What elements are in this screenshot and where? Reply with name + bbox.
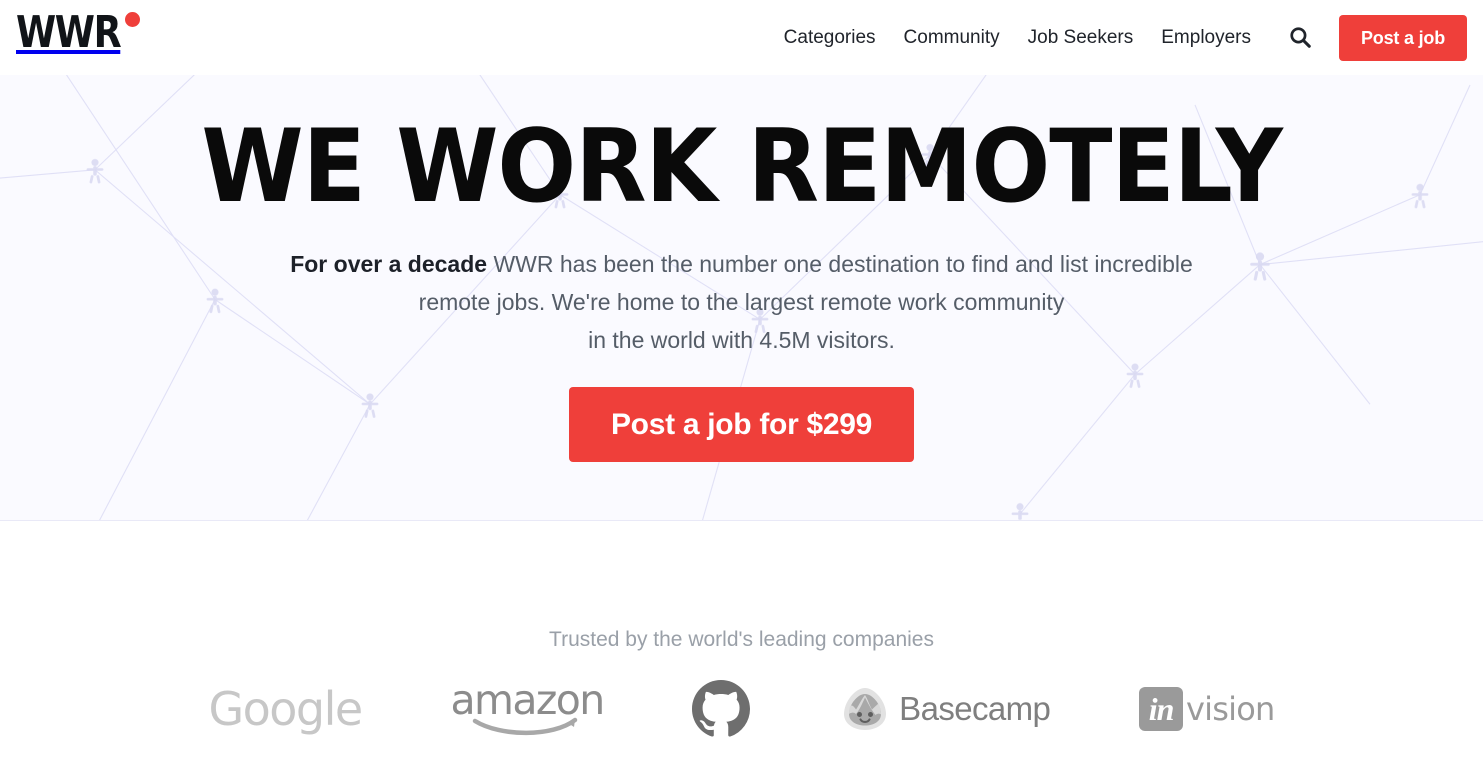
logo-github[interactable] [692,679,751,739]
github-icon [692,680,751,737]
search-button[interactable] [1285,23,1315,53]
page-title: WE WORK REMOTELY [201,107,1282,225]
amazon-logo-text: amazon [450,676,605,724]
search-icon [1289,27,1311,48]
hero-section: WE WORK REMOTELY For over a decade WWR h… [0,75,1483,521]
logo-basecamp[interactable]: Basecamp [839,679,1051,739]
wwr-logo-text: WWR [16,7,122,58]
company-logo-row: Google amazon Basecamp in vision [187,679,1297,739]
nav-item-categories[interactable]: Categories [784,27,876,49]
nav-item-community[interactable]: Community [904,27,1000,49]
logo-invision[interactable]: in vision [1139,679,1275,739]
nav-item-employers[interactable]: Employers [1161,27,1251,49]
logo-google[interactable]: Google [208,679,364,739]
basecamp-icon [844,688,887,730]
wwr-logo[interactable]: WWR [16,7,141,58]
page-root: WWR Categories Community Job Seekers Emp… [0,0,1483,767]
hero-subtitle-line3: in the world with 4.5M visitors. [588,327,895,353]
hero-subtitle-rest: WWR has been the number one destination … [487,251,1193,277]
amazon-smile-icon [472,717,578,736]
hero-subtitle-lead: For over a decade [290,251,488,277]
trusted-by-label: Trusted by the world's leading companies [549,628,934,651]
hero-subtitle-line2: remote jobs. We're home to the largest r… [418,289,1065,315]
logo-amazon[interactable]: amazon [450,676,605,739]
post-a-job-cta-button[interactable]: Post a job for $299 [568,387,915,462]
red-dot-icon [125,12,141,27]
hero-subtitle: For over a decade WWR has been the numbe… [247,245,1237,359]
invision-logo-text: vision [1186,690,1275,728]
site-header: WWR Categories Community Job Seekers Emp… [0,0,1483,75]
trusted-by-section: Trusted by the world's leading companies… [0,521,1483,767]
invision-mark: in [1139,687,1184,731]
nav-item-job-seekers[interactable]: Job Seekers [1028,27,1134,49]
main-nav: Categories Community Job Seekers Employe… [784,0,1315,75]
post-a-job-button[interactable]: Post a job [1338,15,1467,61]
invision-mark-text: in [1148,691,1175,727]
basecamp-logo-text: Basecamp [899,690,1051,727]
google-logo-text: Google [208,682,364,736]
